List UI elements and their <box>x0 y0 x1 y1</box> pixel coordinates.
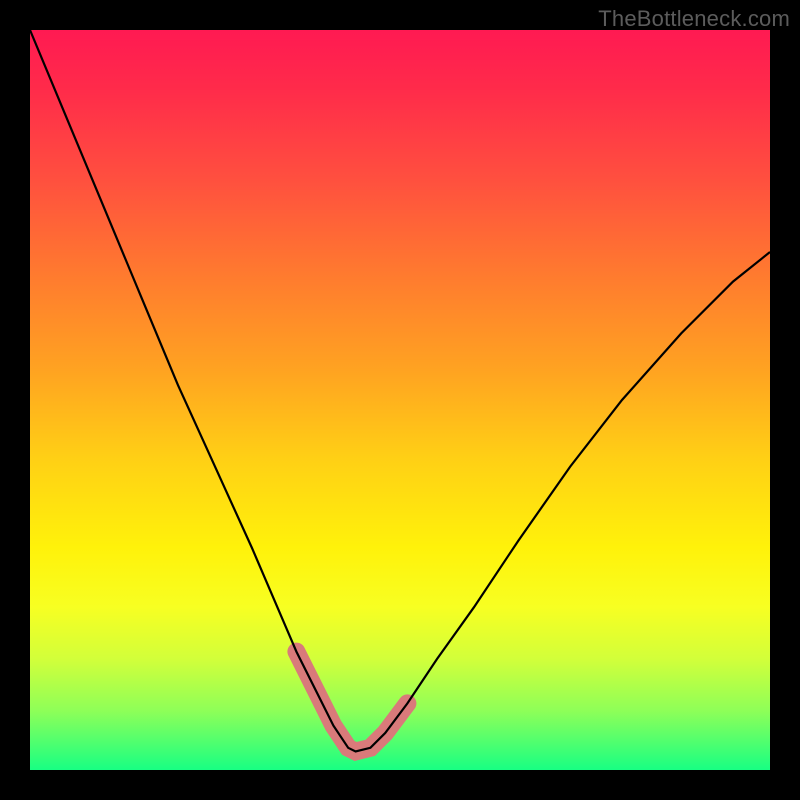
highlight-segment <box>296 652 407 752</box>
watermark-text: TheBottleneck.com <box>598 6 790 32</box>
chart-frame: TheBottleneck.com <box>0 0 800 800</box>
plot-area <box>30 30 770 770</box>
bottleneck-curve <box>30 30 770 752</box>
curve-layer <box>30 30 770 770</box>
